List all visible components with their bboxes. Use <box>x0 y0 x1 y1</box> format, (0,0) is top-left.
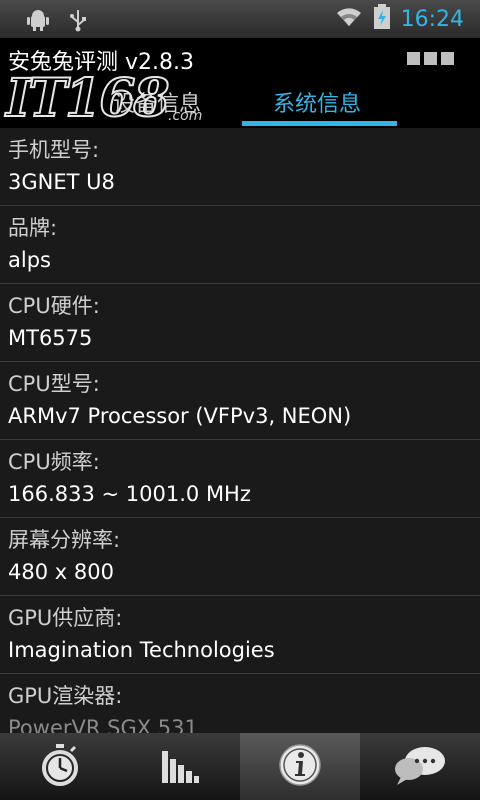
list-item: CPU频率: 166.833 ~ 1001.0 MHz <box>0 440 480 518</box>
status-bar: 16:24 <box>0 0 480 38</box>
info-label: 手机型号: <box>8 138 100 162</box>
overflow-menu-button[interactable] <box>407 52 454 65</box>
active-tab-indicator <box>242 121 397 126</box>
info-label: 屏幕分辨率: <box>8 528 121 552</box>
info-label: 品牌: <box>8 216 58 240</box>
nav-info-button[interactable] <box>240 733 360 800</box>
info-label: CPU型号: <box>8 372 100 396</box>
list-item: 品牌: alps <box>0 206 480 284</box>
usb-icon <box>68 8 88 36</box>
list-item: 手机型号: 3GNET U8 <box>0 128 480 206</box>
menu-dot <box>441 52 454 65</box>
info-value: 3GNET U8 <box>8 170 115 194</box>
info-value: 166.833 ~ 1001.0 MHz <box>8 482 251 506</box>
list-item: GPU供应商: Imagination Technologies <box>0 596 480 674</box>
tab-system-info[interactable]: 系统信息 <box>273 86 361 118</box>
info-label: GPU渲染器: <box>8 684 123 708</box>
list-item: CPU硬件: MT6575 <box>0 284 480 362</box>
nav-benchmark-button[interactable] <box>0 733 120 800</box>
info-label: GPU供应商: <box>8 606 123 630</box>
system-info-list[interactable]: 手机型号: 3GNET U8 品牌: alps CPU硬件: MT6575 CP… <box>0 128 480 733</box>
info-value: PowerVR SGX 531 <box>8 716 198 733</box>
list-item: 屏幕分辨率: 480 x 800 <box>0 518 480 596</box>
info-value: MT6575 <box>8 326 93 350</box>
app-title-bar: 安兔兔评测 v2.8.3 <box>0 38 480 80</box>
android-debug-icon <box>26 8 50 36</box>
bar-chart-icon <box>160 745 200 789</box>
list-item: GPU渲染器: PowerVR SGX 531 <box>0 674 480 733</box>
tab-bar: 设备信息 系统信息 <box>0 80 480 128</box>
wifi-icon <box>335 6 363 32</box>
watermark-suffix: .com <box>168 108 203 124</box>
nav-feedback-button[interactable] <box>360 733 480 800</box>
app-title: 安兔兔评测 v2.8.3 <box>8 50 194 75</box>
stopwatch-icon <box>40 743 80 791</box>
info-label: CPU硬件: <box>8 294 100 318</box>
info-value: alps <box>8 248 51 272</box>
clock: 16:24 <box>400 6 464 32</box>
info-value: 480 x 800 <box>8 560 114 584</box>
info-value: ARMv7 Processor (VFPv3, NEON) <box>8 404 352 428</box>
battery-charging-icon <box>373 4 391 34</box>
menu-dot <box>424 52 437 65</box>
info-label: CPU频率: <box>8 450 100 474</box>
list-item: CPU型号: ARMv7 Processor (VFPv3, NEON) <box>0 362 480 440</box>
nav-scores-button[interactable] <box>120 733 240 800</box>
info-icon <box>278 743 322 791</box>
info-value: Imagination Technologies <box>8 638 275 662</box>
chat-bubble-icon <box>393 743 447 791</box>
bottom-nav <box>0 733 480 800</box>
menu-dot <box>407 52 420 65</box>
